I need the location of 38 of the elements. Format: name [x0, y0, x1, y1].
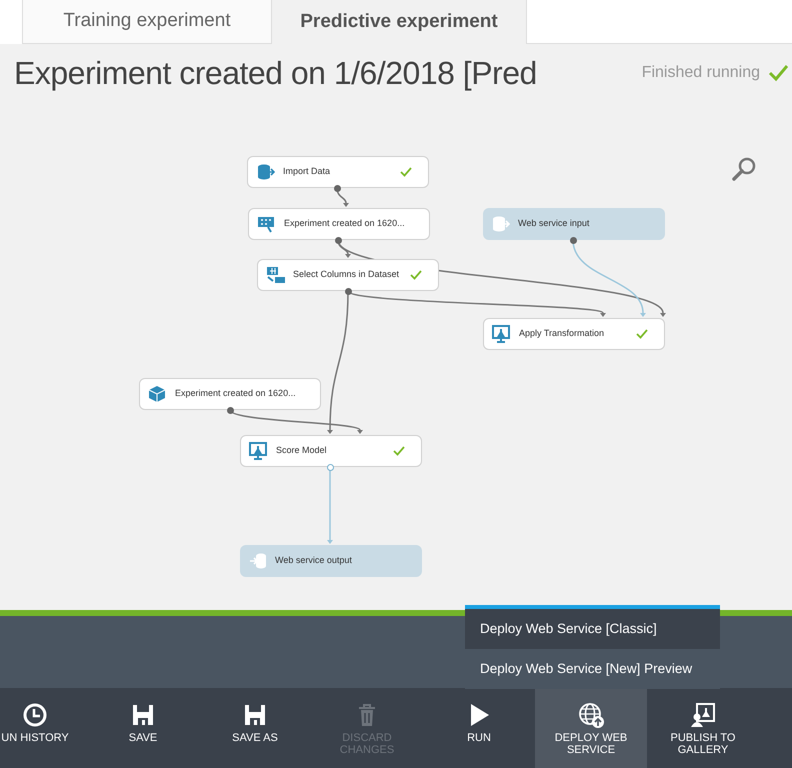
- monitor-icon: [249, 442, 268, 460]
- table-icon: [266, 266, 285, 284]
- node-label: Select Columns in Dataset: [293, 268, 400, 282]
- node-label: Import Data: [283, 165, 332, 178]
- module-node[interactable]: Web service input: [483, 208, 665, 240]
- toolbar-button[interactable]: SAVE: [87, 688, 199, 768]
- node-label: Web service output: [275, 554, 353, 568]
- database-icon: [248, 552, 267, 570]
- monitor-icon: [492, 324, 511, 344]
- module-node[interactable]: Experiment created on 1620...: [139, 378, 321, 410]
- database-icon: [491, 214, 510, 234]
- cube-icon: [148, 384, 167, 404]
- node-label: Apply Transformation: [519, 327, 606, 340]
- node-label: Experiment created on 1620...: [284, 217, 406, 230]
- tab[interactable]: Training experiment: [22, 0, 272, 44]
- module-node[interactable]: Score Model: [240, 435, 422, 467]
- module-node[interactable]: Apply Transformation: [483, 318, 665, 350]
- module-node[interactable]: Experiment created on 1620...: [248, 208, 430, 240]
- toolbar-button[interactable]: DEPLOY WEB SERVICE: [535, 688, 647, 768]
- toolbar-button[interactable]: UN HISTORY: [0, 688, 70, 768]
- status-text: Finished running: [642, 63, 760, 83]
- search-icon[interactable]: [732, 156, 758, 182]
- node-label: Web service input: [518, 217, 590, 230]
- menu-item[interactable]: Deploy Web Service [Classic]: [465, 609, 720, 649]
- module-node[interactable]: Web service output: [240, 545, 422, 577]
- globe-icon: [578, 702, 604, 728]
- experiment-title: Experiment created on 1/6/2018 [Pred: [14, 54, 538, 93]
- toolbar-button[interactable]: SAVE AS: [199, 688, 311, 768]
- tab[interactable]: Predictive experiment: [272, 0, 527, 44]
- node-label: Experiment created on 1620...: [175, 387, 297, 400]
- module-node[interactable]: Import Data: [247, 156, 429, 188]
- clock-icon: [22, 702, 48, 728]
- grid-icon: [257, 214, 276, 234]
- toolbar-button[interactable]: PUBLISH TO GALLERY: [647, 688, 759, 768]
- module-node[interactable]: Select Columns in Dataset: [257, 259, 439, 291]
- database-icon: [256, 162, 275, 182]
- node-label: Score Model: [276, 444, 328, 458]
- toolbar-button[interactable]: RUN: [423, 688, 535, 768]
